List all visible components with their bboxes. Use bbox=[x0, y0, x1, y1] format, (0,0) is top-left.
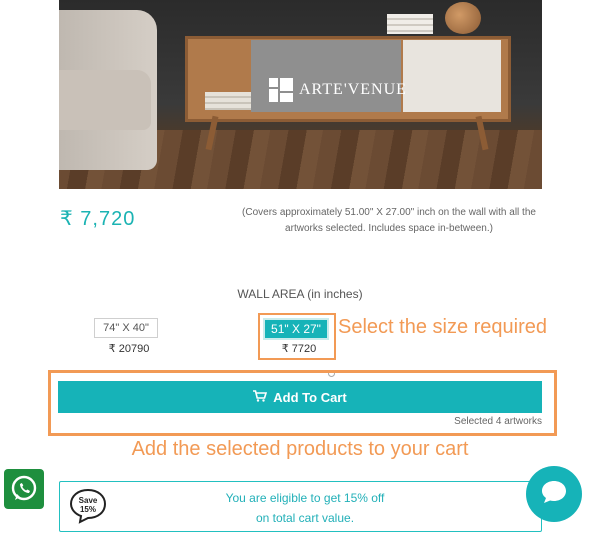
books bbox=[387, 14, 433, 34]
size-option-74x40[interactable]: 74" X 40" bbox=[94, 318, 158, 338]
sideboard-door-white bbox=[403, 40, 501, 112]
selected-artworks-count: Selected 4 artworks bbox=[454, 416, 542, 427]
brand-logo: ARTE'VENUE bbox=[269, 78, 407, 102]
offer-line1: You are eligible to get 15% off bbox=[225, 491, 385, 505]
logo-mark-icon bbox=[269, 78, 293, 102]
size-option-51x27-selected[interactable]: 51" X 27" bbox=[263, 318, 329, 340]
vase bbox=[445, 2, 481, 34]
logo-text: ARTE'VENUE bbox=[299, 81, 407, 98]
chat-icon bbox=[539, 477, 569, 512]
add-to-cart-label: Add To Cart bbox=[273, 389, 347, 405]
chat-widget-button[interactable] bbox=[526, 466, 582, 522]
annotation-add-to-cart: Add the selected products to your cart bbox=[131, 438, 469, 460]
save-badge-icon: Save 15% bbox=[68, 488, 108, 524]
offer-line2: on total cart value. bbox=[255, 511, 355, 525]
whatsapp-icon[interactable] bbox=[4, 469, 44, 509]
product-image: ARTE'VENUE bbox=[59, 0, 542, 189]
coverage-note: (Covers approximately 51.00" X 27.00" in… bbox=[242, 207, 536, 234]
wall-area-title: WALL AREA (in inches) bbox=[237, 287, 363, 301]
annotation-select-size: Select the size required bbox=[338, 316, 548, 338]
save-badge-line2: 15% bbox=[80, 505, 96, 514]
sofa-arm bbox=[59, 70, 151, 130]
product-price: ₹ 7,720 bbox=[60, 208, 136, 230]
cart-icon bbox=[253, 389, 268, 405]
size-option-price: ₹ 20790 bbox=[108, 343, 150, 355]
offer-text: You are eligible to get 15% off on total… bbox=[200, 488, 410, 528]
save-badge-line1: Save bbox=[79, 496, 98, 505]
add-to-cart-button[interactable]: Add To Cart bbox=[58, 381, 542, 413]
size-option-price: ₹ 7720 bbox=[281, 343, 317, 355]
books bbox=[205, 92, 251, 110]
